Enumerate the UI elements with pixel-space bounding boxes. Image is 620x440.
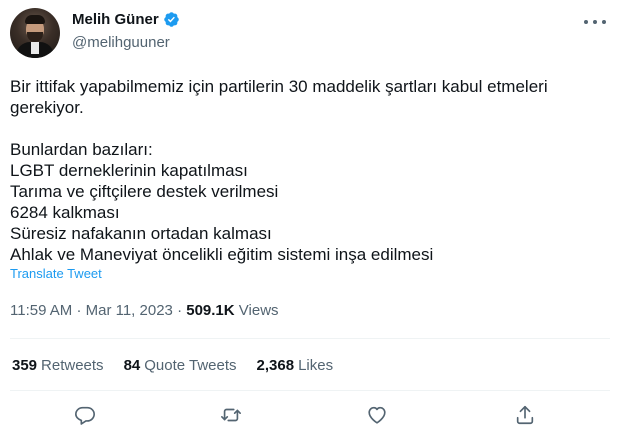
like-icon[interactable] xyxy=(366,404,390,428)
verified-badge-icon xyxy=(163,11,180,28)
author-name-row[interactable]: Melih Güner xyxy=(72,11,180,28)
retweet-icon[interactable] xyxy=(220,404,244,428)
author-name[interactable]: Melih Güner xyxy=(72,11,159,28)
avatar[interactable] xyxy=(10,8,60,58)
share-icon[interactable] xyxy=(514,404,538,428)
more-options-icon[interactable] xyxy=(584,14,606,30)
likes-label: Likes xyxy=(298,357,334,374)
tweet-line: Bunlardan bazıları: xyxy=(10,140,153,159)
translate-tweet-link[interactable]: Translate Tweet xyxy=(10,266,102,281)
quote-tweets-stat[interactable]: 84 Quote Tweets xyxy=(124,357,237,374)
likes-count: 2,368 xyxy=(256,357,295,374)
author-handle[interactable]: @melihguuner xyxy=(72,34,170,51)
likes-stat[interactable]: 2,368 Likes xyxy=(257,357,334,374)
tweet-line: Süresiz nafakanın ortadan kalması xyxy=(10,224,272,243)
tweet-card: Melih Güner @melihguuner Bir ittifak yap… xyxy=(0,0,620,440)
retweets-stat[interactable]: 359 Retweets xyxy=(12,357,104,374)
tweet-text: Bir ittifak yapabilmemiz için partilerin… xyxy=(10,76,600,265)
meta-separator: · xyxy=(177,302,183,319)
tweet-date[interactable]: Mar 11, 2023 xyxy=(86,302,173,319)
divider xyxy=(10,338,610,339)
tweet-line: Tarıma ve çiftçilere destek verilmesi xyxy=(10,182,279,201)
tweet-time[interactable]: 11:59 AM xyxy=(10,302,72,319)
divider xyxy=(10,390,610,391)
tweet-line: 6284 kalkması xyxy=(10,203,120,222)
tweet-line: Ahlak ve Maneviyat öncelikli eğitim sist… xyxy=(10,245,434,264)
meta-separator: · xyxy=(76,302,82,319)
tweet-meta: 11:59 AM · Mar 11, 2023 · 509.1K Views xyxy=(10,302,279,319)
tweet-line: Bir ittifak yapabilmemiz için partilerin… xyxy=(10,77,548,96)
views-count: 509.1K xyxy=(186,302,235,319)
quote-tweets-label: Quote Tweets xyxy=(144,357,237,374)
retweets-label: Retweets xyxy=(41,357,104,374)
quote-tweets-count: 84 xyxy=(123,357,141,374)
tweet-line: LGBT derneklerinin kapatılması xyxy=(10,161,248,180)
action-bar xyxy=(0,404,620,432)
retweets-count: 359 xyxy=(12,357,38,374)
reply-icon[interactable] xyxy=(74,404,98,428)
views-label: Views xyxy=(238,302,279,319)
tweet-line: gerekiyor. xyxy=(10,98,84,117)
engagement-stats: 359 Retweets 84 Quote Tweets 2,368 Likes xyxy=(12,357,353,374)
